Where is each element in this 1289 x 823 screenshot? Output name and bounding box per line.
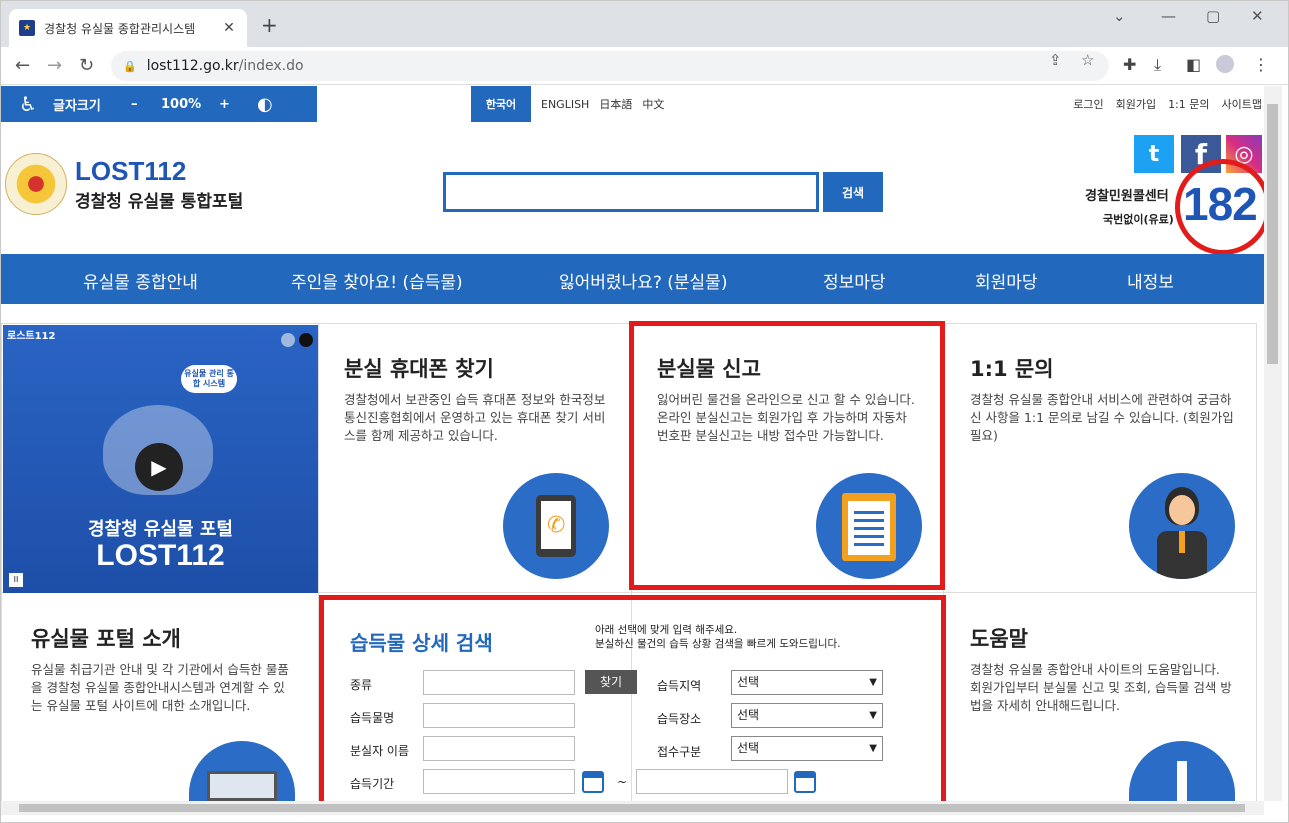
slide-dot[interactable] [281,333,295,347]
twitter-icon[interactable]: t [1134,135,1174,173]
main-navigation: 유실물 종합안내 주인을 찾아요! (습득물) 잃어버렸나요? (분실물) 정보… [1,254,1264,304]
site-logo[interactable]: LOST112 경찰청 유실물 통합포털 [5,153,243,215]
promo-video[interactable]: 로스트112 유실물 관리 통합 시스템 ▶ 경찰청 유실물 포털 LOST11… [3,325,318,593]
font-decrease-button[interactable]: – [131,97,138,112]
phone-icon: ✆ [503,473,609,579]
close-window-icon[interactable]: ✕ [1251,7,1264,25]
new-tab-icon[interactable]: + [261,13,278,37]
highlight-circle [1175,159,1271,255]
extensions-icon[interactable]: ✚ [1123,55,1136,74]
contrast-icon[interactable]: ◐ [257,94,273,115]
font-size-label: 글자크기 [53,98,101,114]
slide-dot[interactable] [299,333,313,347]
address-row: ← → ↻ 🔒 lost112.go.kr/index.do ⇪ ☆ ✚ ⤓ ◧… [1,47,1288,85]
video-label: 로스트112 [7,331,56,342]
back-icon[interactable]: ← [15,55,30,76]
browser-tab[interactable]: ★ 경찰청 유실물 종합관리시스템 ✕ [9,9,247,47]
share-icon[interactable]: ⇪ [1049,51,1062,69]
inquiry-link[interactable]: 1:1 문의 [1168,96,1209,112]
nav-info[interactable]: 정보마당 [823,268,886,293]
lang-japanese[interactable]: 日本語 [599,96,632,112]
card-title: 유실물 포털 소개 [31,627,181,651]
tab-bar: ★ 경찰청 유실물 종합관리시스템 ✕ + ⌄ — ▢ ✕ [1,1,1288,47]
zoom-level: 100% [161,96,202,112]
address-bar[interactable]: 🔒 lost112.go.kr/index.do [111,51,1109,81]
bookmark-star-icon[interactable]: ☆ [1081,51,1094,69]
call-center-label: 경찰민원콜센터 [1085,189,1169,204]
card-title: 분실 휴대폰 찾기 [344,357,494,381]
vertical-scroll-thumb[interactable] [1267,104,1278,364]
browser-window: ★ 경찰청 유실물 종합관리시스템 ✕ + ⌄ — ▢ ✕ ← → ↻ 🔒 lo… [0,0,1289,823]
police-emblem-icon [5,153,67,215]
nav-found-items[interactable]: 주인을 찾아요! (습득물) [291,268,463,293]
font-increase-button[interactable]: + [219,97,230,112]
profile-avatar[interactable] [1216,55,1234,73]
operator-icon [1129,473,1235,579]
sitemap-link[interactable]: 사이트맵 [1222,96,1262,112]
utility-bar: ♿ 글자크기 – 100% + ◐ 한국어 ENGLISH 日本語 中文 로그인… [1,86,1264,122]
card-text: 경찰청에서 보관중인 습득 휴대폰 정보와 한국정보통신진흥협회에서 운영하고 … [344,392,606,443]
lang-chinese[interactable]: 中文 [642,96,664,112]
login-link[interactable]: 로그인 [1073,96,1103,112]
signup-link[interactable]: 회원가입 [1116,96,1156,112]
nav-lost-items[interactable]: 잃어버렸나요? (분실물) [559,268,727,293]
menu-dots-icon[interactable]: ⋮ [1253,55,1269,74]
side-panel-icon[interactable]: ◧ [1186,55,1201,74]
close-tab-icon[interactable]: ✕ [221,20,237,36]
card-text: 경찰청 유실물 종합안내 서비스에 관련하여 궁금하신 사항을 1:1 문의로 … [970,392,1234,443]
language-switcher: 한국어 ENGLISH 日本語 中文 [471,86,674,122]
minimize-icon[interactable]: — [1161,7,1176,25]
card-text: 경찰청 유실물 종합안내 사이트의 도움말입니다. 회원가입부터 분실물 신고 … [970,662,1232,713]
site-search-input[interactable] [443,172,819,212]
lang-english[interactable]: ENGLISH [541,98,589,111]
card-title: 도움말 [970,627,1028,651]
accessibility-bar: ♿ 글자크기 – 100% + ◐ [1,86,317,122]
lang-korean[interactable]: 한국어 [471,86,531,122]
logo-subtitle: 경찰청 유실물 통합포털 [75,192,244,212]
horizontal-scroll-thumb[interactable] [19,804,1245,812]
video-caption-large: LOST112 [96,539,225,572]
download-icon[interactable]: ⤓ [1154,55,1161,75]
nav-lost-guide[interactable]: 유실물 종합안내 [83,268,198,293]
nav-my-info[interactable]: 내정보 [1127,268,1174,293]
highlight-box [319,595,946,807]
nav-members[interactable]: 회원마당 [975,268,1038,293]
lock-icon: 🔒 [123,59,137,73]
police-favicon-icon: ★ [19,20,35,36]
tab-title: 경찰청 유실물 종합관리시스템 [44,21,196,36]
video-caption: 경찰청 유실물 포털 [87,519,233,540]
accessibility-icon: ♿ [19,92,37,116]
logo-title: LOST112 [75,156,187,186]
maximize-icon[interactable]: ▢ [1206,7,1220,25]
forward-icon[interactable]: → [47,55,62,76]
call-center-sub: 국번없이(유료) [1103,213,1174,226]
card-text: 유실물 취급기관 안내 및 각 기관에서 습득한 물품을 경찰청 유실물 종합안… [31,662,289,713]
url-path: /index.do [238,58,304,74]
video-bubble: 유실물 관리 통합 시스템 [181,365,237,393]
play-icon[interactable]: ▶ [135,443,183,491]
highlight-box [629,321,945,590]
tab-search-icon[interactable]: ⌄ [1113,7,1126,25]
member-links: 로그인 회원가입 1:1 문의 사이트맵 [1061,86,1262,122]
reload-icon[interactable]: ↻ [79,55,94,76]
card-title: 1:1 문의 [970,357,1054,381]
url-host: lost112.go.kr [146,58,239,74]
pause-button[interactable]: II [9,573,23,587]
site-search-button[interactable]: 검색 [823,172,883,212]
